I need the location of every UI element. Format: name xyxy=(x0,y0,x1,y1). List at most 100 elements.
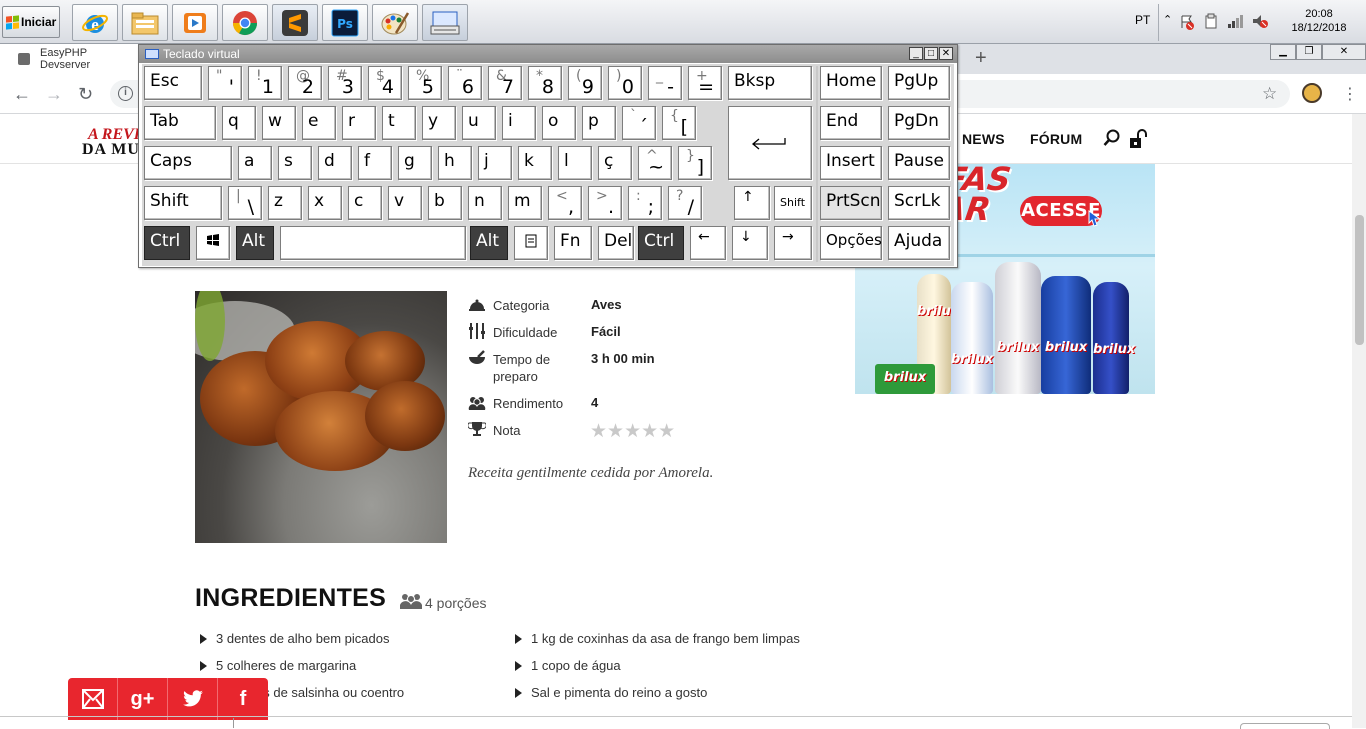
minimize-button[interactable]: ▁ xyxy=(1270,44,1296,60)
key-insert[interactable]: Insert xyxy=(820,146,882,180)
key-y[interactable]: y xyxy=(422,106,456,140)
on-screen-keyboard[interactable]: Teclado virtual _ □ ✕ Esc " '! 1 @2 #3 $4% 5 ¨ 6 &… xyxy=(138,44,958,268)
sublime-text-icon[interactable] xyxy=(272,4,318,41)
key-backslash[interactable]: | \ xyxy=(228,186,262,220)
menu-kebab-icon[interactable]: ⋮ xyxy=(1342,84,1358,104)
page-scrollbar[interactable] xyxy=(1352,114,1366,728)
key-enter[interactable] xyxy=(728,106,812,180)
key-n[interactable]: n xyxy=(468,186,502,220)
osk-close-button[interactable]: ✕ xyxy=(939,47,953,60)
key-d[interactable]: d xyxy=(318,146,352,180)
key-prtscn[interactable]: PrtScn xyxy=(820,186,882,220)
key-.[interactable]: >. xyxy=(588,186,622,220)
key-;[interactable]: :; xyxy=(628,186,662,220)
key-h[interactable]: h xyxy=(438,146,472,180)
media-player-icon[interactable] xyxy=(172,4,218,41)
key-´[interactable]: ` ´ xyxy=(622,106,656,140)
key-caps[interactable]: Caps xyxy=(144,146,232,180)
key-8[interactable]: * 8 xyxy=(528,66,562,100)
key-right[interactable]: → xyxy=(774,226,812,260)
site-info-icon[interactable]: i xyxy=(118,86,133,101)
key-6[interactable]: ¨ 6 xyxy=(448,66,482,100)
menu-item-forum[interactable]: FÓRUM xyxy=(1030,131,1082,147)
language-indicator[interactable]: PT xyxy=(1135,13,1150,27)
rating-stars[interactable]: ★★★★★ xyxy=(590,420,675,443)
volume-muted-icon[interactable] xyxy=(1251,13,1269,29)
key-'[interactable]: " ' xyxy=(208,66,242,100)
key-[[interactable]: {[ xyxy=(662,106,696,140)
key-a[interactable]: a xyxy=(238,146,272,180)
key-b[interactable]: b xyxy=(428,186,462,220)
osk-minimize-button[interactable]: _ xyxy=(909,47,923,60)
share-facebook-button[interactable]: f xyxy=(218,678,268,720)
browser-tab[interactable]: EasyPHP Devserver xyxy=(0,44,140,74)
key-][interactable]: }] xyxy=(678,146,712,180)
key-r[interactable]: r xyxy=(342,106,376,140)
key-alt-left[interactable]: Alt xyxy=(236,226,274,260)
key-shift-left[interactable]: Shift xyxy=(144,186,222,220)
paint-icon[interactable] xyxy=(372,4,418,41)
key-ç[interactable]: ç xyxy=(598,146,632,180)
key-5[interactable]: % 5 xyxy=(408,66,442,100)
forward-icon[interactable]: → xyxy=(45,84,63,105)
key-up[interactable]: ↑ xyxy=(734,186,770,220)
close-window-button[interactable]: ✕ xyxy=(1322,44,1366,60)
share-twitter-button[interactable] xyxy=(168,678,218,720)
clock[interactable]: 20:08 18/12/2018 xyxy=(1276,7,1362,35)
key-pause[interactable]: Pause xyxy=(888,146,950,180)
key-f[interactable]: f xyxy=(358,146,392,180)
osk-titlebar[interactable]: Teclado virtual _ □ ✕ xyxy=(139,45,957,63)
key-z[interactable]: z xyxy=(268,186,302,220)
key-tab[interactable]: Tab xyxy=(144,106,216,140)
key-m[interactable]: m xyxy=(508,186,542,220)
new-tab-button[interactable]: + xyxy=(975,47,987,70)
start-button[interactable]: Iniciar xyxy=(2,6,60,38)
key-9[interactable]: (9 xyxy=(568,66,602,100)
key-j[interactable]: j xyxy=(478,146,512,180)
key-scrlk[interactable]: ScrLk xyxy=(888,186,950,220)
key-3[interactable]: #3 xyxy=(328,66,362,100)
key--[interactable]: _ - xyxy=(648,66,682,100)
key-help[interactable]: Ajuda xyxy=(888,226,950,260)
unlock-icon[interactable] xyxy=(1129,129,1149,149)
osk-maximize-button[interactable]: □ xyxy=(924,47,938,60)
key-p[interactable]: p xyxy=(582,106,616,140)
key-shift-right[interactable]: Shift xyxy=(774,186,812,220)
key-t[interactable]: t xyxy=(382,106,416,140)
key-~[interactable]: ^ ~ xyxy=(638,146,672,180)
file-explorer-icon[interactable] xyxy=(122,4,168,41)
back-icon[interactable]: ← xyxy=(13,84,31,105)
key-4[interactable]: $4 xyxy=(368,66,402,100)
photoshop-icon[interactable]: Ps xyxy=(322,4,368,41)
key-ctrl-right[interactable]: Ctrl xyxy=(638,226,684,260)
key-fn[interactable]: Fn xyxy=(554,226,592,260)
network-icon[interactable] xyxy=(1227,14,1245,28)
bookmark-star-icon[interactable]: ☆ xyxy=(1262,84,1277,104)
key-home[interactable]: Home xyxy=(820,66,882,100)
key-pgup[interactable]: PgUp xyxy=(888,66,950,100)
restore-button[interactable]: ❐ xyxy=(1296,44,1322,60)
key-7[interactable]: & 7 xyxy=(488,66,522,100)
key-context-menu[interactable] xyxy=(514,226,548,260)
share-googleplus-button[interactable]: g+ xyxy=(118,678,168,720)
key-q[interactable]: q xyxy=(222,106,256,140)
key-1[interactable]: ! 1 xyxy=(248,66,282,100)
menu-item-news[interactable]: NEWS xyxy=(962,131,1005,147)
extension-avatar-icon[interactable] xyxy=(1302,83,1322,103)
key-down[interactable]: ↓ xyxy=(732,226,768,260)
device-icon[interactable] xyxy=(1203,13,1219,29)
reload-icon[interactable]: ↻ xyxy=(78,84,93,105)
key-l[interactable]: l xyxy=(558,146,592,180)
key-ctrl-left[interactable]: Ctrl xyxy=(144,226,190,260)
tray-expand-icon[interactable]: ⌃ xyxy=(1163,13,1172,26)
on-screen-keyboard-icon[interactable] xyxy=(422,4,468,41)
key-pgdn[interactable]: PgDn xyxy=(888,106,950,140)
key-alt-right[interactable]: Alt xyxy=(470,226,508,260)
page-footer-widget[interactable] xyxy=(1240,723,1330,729)
share-email-button[interactable] xyxy=(68,678,118,720)
key-space[interactable] xyxy=(280,226,466,260)
key-del[interactable]: Del xyxy=(598,226,634,260)
scrollbar-thumb[interactable] xyxy=(1355,215,1364,345)
key-bksp[interactable]: Bksp xyxy=(728,66,812,100)
key-o[interactable]: o xyxy=(542,106,576,140)
